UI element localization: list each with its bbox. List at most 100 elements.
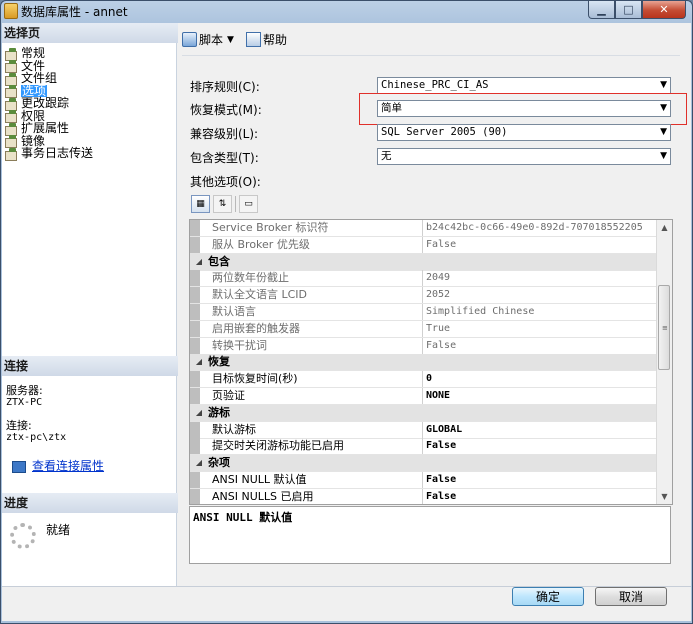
window-title: 数据库属性 - annet xyxy=(21,5,128,19)
property-grid-scrollbar[interactable]: ▲ ≡ ▼ xyxy=(656,220,672,504)
grid-property-row[interactable]: 提交时关闭游标功能已启用 False xyxy=(190,438,656,456)
view-connection-properties[interactable]: 查看连接属性 xyxy=(12,457,104,474)
grid-property-row[interactable]: 服从 Broker 优先级 False xyxy=(190,236,656,254)
grid-property-name: Service Broker 标识符 xyxy=(200,220,423,236)
scroll-down-icon[interactable]: ▼ xyxy=(657,489,672,504)
page-icon xyxy=(5,72,17,86)
chevron-down-icon[interactable]: ▼ xyxy=(660,149,667,164)
grid-property-value[interactable]: GLOBAL xyxy=(423,422,656,438)
collapse-triangle-icon[interactable]: ◢ xyxy=(190,254,208,270)
property-pages-icon[interactable]: ▭ xyxy=(239,195,258,213)
toolbar-separator xyxy=(235,196,236,212)
progress-spinner-icon xyxy=(10,523,36,549)
minimize-button[interactable]: ▁ xyxy=(588,1,615,19)
page-item[interactable]: 常规 xyxy=(5,47,93,61)
grid-property-row[interactable]: 两位数年份截止 2049 xyxy=(190,270,656,288)
grid-property-value[interactable]: 2049 xyxy=(423,270,656,286)
chevron-down-icon[interactable]: ▼ xyxy=(660,78,667,93)
grip-icon: ≡ xyxy=(662,324,668,332)
grid-property-row[interactable]: Service Broker 标识符 b24c42bc-0c66-49e0-892… xyxy=(190,220,656,237)
property-grid-toolbar: ▦ ⇅ ▭ xyxy=(191,195,258,213)
grid-property-row[interactable]: 页验证 NONE xyxy=(190,388,656,405)
grid-property-row[interactable]: 目标恢复时间(秒) 0 xyxy=(190,371,656,389)
collapse-triangle-icon[interactable]: ◢ xyxy=(190,455,208,471)
sort-alphabetical-icon[interactable]: ⇅ xyxy=(213,195,232,213)
database-icon xyxy=(4,3,18,19)
grid-property-row[interactable]: ANSI NULL 默认值 False xyxy=(190,472,656,489)
grid-category-row[interactable]: ◢ 杂项 xyxy=(190,455,656,473)
grid-property-value[interactable]: b24c42bc-0c66-49e0-892d-707018552205 xyxy=(423,220,656,236)
grid-gutter xyxy=(190,337,200,354)
chevron-down-icon[interactable]: ▼ xyxy=(227,35,234,45)
page-item[interactable]: 扩展属性 xyxy=(5,122,93,136)
grid-property-row[interactable]: ANSI NULLS 已启用 False xyxy=(190,488,656,504)
grid-property-row[interactable]: 启用嵌套的触发器 True xyxy=(190,320,656,338)
grid-property-name: 服从 Broker 优先级 xyxy=(200,236,423,253)
grid-property-row[interactable]: 默认全文语言 LCID 2052 xyxy=(190,287,656,305)
grid-property-value[interactable]: False xyxy=(423,489,656,504)
grid-gutter xyxy=(190,320,200,337)
scroll-up-icon[interactable]: ▲ xyxy=(657,220,672,235)
maximize-button[interactable]: □ xyxy=(615,1,642,19)
compatibility-level-value: SQL Server 2005 (90) xyxy=(381,126,508,138)
page-item-label: 镜像 xyxy=(21,133,46,148)
compatibility-level-label: 兼容级别(L): xyxy=(190,127,259,141)
page-item-label: 选项 xyxy=(21,83,48,98)
collation-select[interactable]: Chinese_PRC_CI_AS ▼ xyxy=(377,77,671,94)
grid-category-row[interactable]: ◢ 包含 xyxy=(190,253,656,271)
help-icon xyxy=(245,32,261,47)
grid-property-value[interactable]: True xyxy=(423,321,656,337)
grid-property-value[interactable]: False xyxy=(423,472,656,488)
grid-property-value[interactable]: 0 xyxy=(423,371,656,387)
close-button[interactable]: ✕ xyxy=(642,1,686,19)
containment-type-label: 包含类型(T): xyxy=(190,151,259,165)
grid-gutter xyxy=(190,438,200,455)
page-icon xyxy=(5,110,17,124)
grid-property-row[interactable]: 默认游标 GLOBAL xyxy=(190,421,656,439)
collapse-triangle-icon[interactable]: ◢ xyxy=(190,405,208,421)
collapse-triangle-icon[interactable]: ◢ xyxy=(190,354,208,370)
help-button[interactable]: 帮助 xyxy=(245,31,287,48)
toolbar: 脚本 ▼ 帮助 xyxy=(182,31,287,48)
page-icon xyxy=(5,47,17,61)
grid-property-row[interactable]: 转换干扰词 False xyxy=(190,337,656,355)
grid-property-value[interactable]: False xyxy=(423,237,656,253)
dialog-client: 选择页 常规 文件 文件组 选项 更改跟踪 权限 扩展属性 镜像 事务日志传送 连接 服务器: … xyxy=(2,23,691,621)
containment-type-select[interactable]: 无 ▼ xyxy=(377,148,671,165)
scroll-thumb[interactable]: ≡ xyxy=(658,285,670,370)
view-connection-properties-link[interactable]: 查看连接属性 xyxy=(32,459,104,473)
page-item[interactable]: 权限 xyxy=(5,108,93,124)
button-bar-divider xyxy=(2,586,691,587)
grid-category-row[interactable]: ◢ 恢复 xyxy=(190,354,656,372)
page-item-label: 文件 xyxy=(21,58,46,73)
grid-gutter xyxy=(190,388,200,404)
compatibility-level-select[interactable]: SQL Server 2005 (90) ▼ xyxy=(377,124,671,141)
ok-button[interactable]: 确定 xyxy=(512,587,584,606)
grid-property-value[interactable]: False xyxy=(423,338,656,354)
cancel-button[interactable]: 取消 xyxy=(595,587,667,606)
connection-value: ztx-pc\ztx xyxy=(6,432,67,443)
categorized-view-icon[interactable]: ▦ xyxy=(191,195,210,213)
page-item[interactable]: 事务日志传送 xyxy=(5,147,93,161)
page-item-label: 权限 xyxy=(21,108,46,123)
page-item[interactable]: 更改跟踪 xyxy=(5,97,93,111)
grid-property-name: 转换干扰词 xyxy=(200,337,423,354)
grid-property-value[interactable]: Simplified Chinese xyxy=(423,304,656,320)
connection-header: 连接 xyxy=(2,356,178,376)
page-item[interactable]: 选项 xyxy=(5,83,93,99)
grid-gutter xyxy=(190,472,200,488)
grid-property-name: 两位数年份截止 xyxy=(200,270,423,287)
chevron-down-icon[interactable]: ▼ xyxy=(660,125,667,140)
grid-category-name: 杂项 xyxy=(208,456,230,470)
page-item[interactable]: 文件组 xyxy=(5,72,93,86)
script-button[interactable]: 脚本 ▼ xyxy=(182,31,242,48)
collation-value: Chinese_PRC_CI_AS xyxy=(381,79,489,91)
grid-property-value[interactable]: False xyxy=(423,438,656,454)
grid-property-value[interactable]: NONE xyxy=(423,388,656,404)
grid-property-value[interactable]: 2052 xyxy=(423,287,656,303)
grid-gutter xyxy=(190,270,200,287)
grid-category-row[interactable]: ◢ 游标 xyxy=(190,404,656,422)
title-bar[interactable]: 数据库属性 - annet ▁ □ ✕ xyxy=(1,1,692,21)
dialog-window: 数据库属性 - annet ▁ □ ✕ 选择页 常规 文件 文件组 选项 更改跟踪 权限扩… xyxy=(0,0,693,624)
grid-property-row[interactable]: 默认语言 Simplified Chinese xyxy=(190,304,656,321)
